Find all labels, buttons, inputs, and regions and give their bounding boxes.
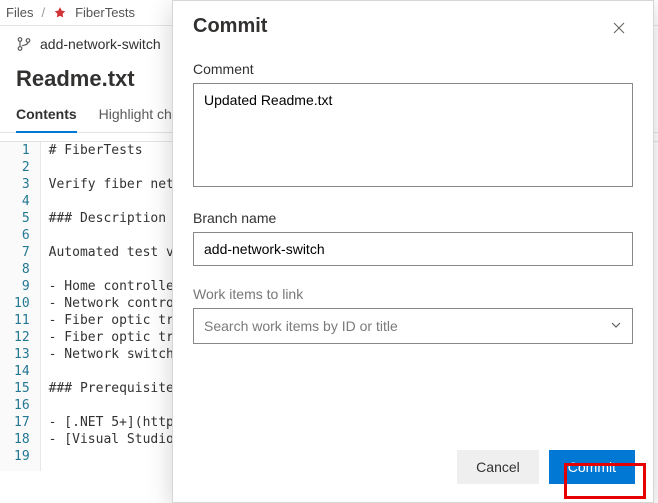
breadcrumb-files[interactable]: Files: [6, 5, 33, 20]
code-line: Automated test va: [49, 244, 182, 261]
line-number: 14: [14, 363, 30, 380]
code-line: [49, 193, 182, 210]
line-number: 7: [14, 244, 30, 261]
code-line: # FiberTests: [49, 142, 182, 159]
commit-button[interactable]: Commit: [549, 450, 635, 484]
code-line: - Network control: [49, 295, 182, 312]
code-line: [49, 363, 182, 380]
close-button[interactable]: [605, 15, 633, 43]
breadcrumb-separator: /: [41, 5, 45, 20]
code-line: - [Visual Studio: [49, 431, 182, 448]
line-number: 11: [14, 312, 30, 329]
line-number: 2: [14, 159, 30, 176]
line-number: 6: [14, 227, 30, 244]
branch-name-label: Branch name: [193, 210, 633, 226]
line-number: 13: [14, 346, 30, 363]
code-line: [49, 159, 182, 176]
line-number: 10: [14, 295, 30, 312]
tab-highlight-changes[interactable]: Highlight cha: [99, 98, 180, 132]
line-number: 1: [14, 142, 30, 159]
code-line: - Fiber optic tra: [49, 312, 182, 329]
comment-label: Comment: [193, 61, 633, 77]
code-line: Verify fiber netw: [49, 176, 182, 193]
tab-contents[interactable]: Contents: [16, 98, 77, 132]
dialog-title: Commit: [193, 15, 267, 38]
chevron-down-icon: [610, 318, 622, 334]
breadcrumb-project[interactable]: FiberTests: [75, 5, 135, 20]
code-line: [49, 448, 182, 465]
code-line: ### Prerequisites: [49, 380, 182, 397]
branch-icon: [16, 36, 32, 52]
code-line: - [.NET 5+](https: [49, 414, 182, 431]
code-line: - Fiber optic tra: [49, 329, 182, 346]
line-number: 12: [14, 329, 30, 346]
line-number: 16: [14, 397, 30, 414]
code-line: - Home controller: [49, 278, 182, 295]
close-icon: [611, 20, 627, 39]
code-line: [49, 261, 182, 278]
line-number: 19: [14, 448, 30, 465]
project-icon: [53, 6, 67, 20]
branch-name: add-network-switch: [40, 36, 161, 52]
code-line: ### Description: [49, 210, 182, 227]
line-number: 9: [14, 278, 30, 295]
commit-dialog: Commit Comment Branch name Work items to…: [172, 0, 654, 503]
line-number: 3: [14, 176, 30, 193]
cancel-button[interactable]: Cancel: [457, 450, 539, 484]
line-number: 8: [14, 261, 30, 278]
branch-name-input[interactable]: [193, 232, 633, 266]
line-number: 17: [14, 414, 30, 431]
comment-input[interactable]: [193, 83, 633, 187]
code-line: - Network switche: [49, 346, 182, 363]
line-number: 4: [14, 193, 30, 210]
workitems-combo[interactable]: Search work items by ID or title: [193, 308, 633, 344]
code-line: [49, 397, 182, 414]
line-number: 18: [14, 431, 30, 448]
workitems-placeholder: Search work items by ID or title: [204, 318, 398, 334]
workitems-label: Work items to link: [193, 286, 633, 302]
code-line: [49, 227, 182, 244]
line-number: 5: [14, 210, 30, 227]
line-number: 15: [14, 380, 30, 397]
